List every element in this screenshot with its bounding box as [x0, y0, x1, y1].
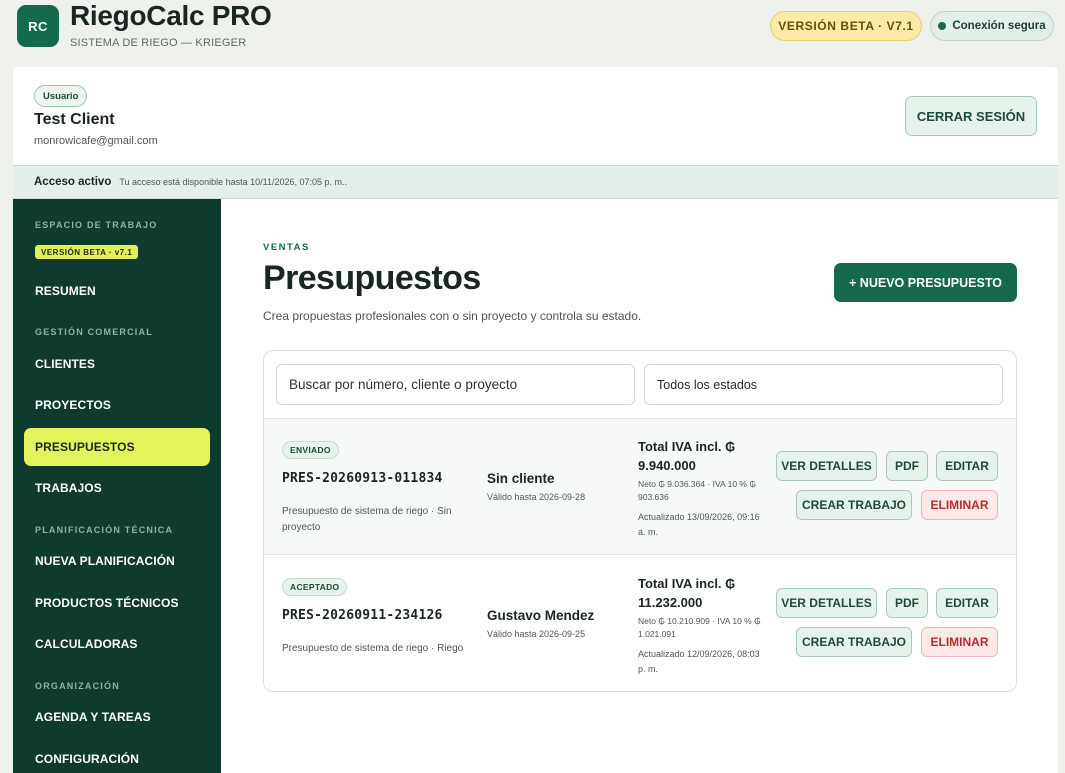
sidebar-item-projects[interactable]: PROYECTOS	[24, 386, 210, 424]
edit-button[interactable]: EDITAR	[936, 588, 998, 618]
app-title: RiegoCalc PRO	[70, 0, 272, 31]
sidebar: ESPACIO DE TRABAJO VERSIÓN BETA · v7.1 R…	[13, 199, 221, 773]
edit-button[interactable]: EDITAR	[936, 451, 998, 481]
delete-button[interactable]: ELIMINAR	[921, 490, 998, 520]
section-eyebrow: VENTAS	[263, 242, 310, 253]
status-badge: ENVIADO	[282, 441, 339, 459]
sidebar-section-organization: ORGANIZACIÓN	[35, 681, 120, 691]
app-logo: RC	[17, 5, 59, 47]
pdf-button[interactable]: PDF	[886, 451, 928, 481]
filters-bar: Todos los estados	[264, 351, 1016, 419]
app-subtitle: SISTEMA DE RIEGO — KRIEGER	[70, 37, 247, 49]
sidebar-item-jobs[interactable]: TRABAJOS	[24, 469, 210, 507]
client-name: Gustavo Mendez	[487, 608, 595, 623]
status-dot-icon	[938, 22, 947, 30]
delete-button[interactable]: ELIMINAR	[921, 627, 998, 657]
sidebar-item-quotes[interactable]: PRESUPUESTOS	[24, 428, 210, 466]
status-filter-select[interactable]: Todos los estados	[644, 364, 1003, 405]
new-quote-button[interactable]: + NUEVO PRESUPUESTO	[834, 263, 1017, 302]
access-message: Tu acceso está disponible hasta 10/11/20…	[119, 177, 348, 187]
valid-until: Válido hasta 2026-09-25	[487, 629, 586, 639]
status-badge: ACEPTADO	[282, 578, 348, 596]
pdf-button[interactable]: PDF	[886, 588, 928, 618]
view-details-button[interactable]: VER DETALLES	[776, 588, 877, 618]
sidebar-item-clients[interactable]: CLIENTES	[24, 345, 210, 383]
user-name: Test Client	[34, 111, 115, 128]
create-job-button[interactable]: CREAR TRABAJO	[796, 627, 912, 657]
secure-connection-badge: Conexión segura	[930, 11, 1054, 41]
quote-row: ACEPTADO PRES-20260911-234126 Presupuest…	[264, 556, 1016, 691]
quote-description: Presupuesto de sistema de riego · Riego	[282, 643, 464, 654]
quote-breakdown: Neto ₲ 10.210.909 · IVA 10 % ₲ 1.021.091	[638, 616, 761, 639]
sidebar-item-settings[interactable]: CONFIGURACIÓN	[24, 740, 210, 773]
logout-button[interactable]: CERRAR SESIÓN	[905, 96, 1037, 136]
sidebar-item-calculators[interactable]: CALCULADORAS	[24, 625, 210, 663]
access-title: Acceso activo	[34, 176, 112, 188]
quote-number: PRES-20260913-011834	[282, 471, 443, 486]
search-input[interactable]	[276, 364, 635, 405]
quote-updated: Actualizado 13/09/2026, 09:16 a. m.	[638, 512, 760, 537]
quote-breakdown: Neto ₲ 9.036.364 · IVA 10 % ₲ 903.636	[638, 479, 756, 502]
sidebar-beta-badge: VERSIÓN BETA · v7.1	[35, 245, 139, 259]
top-bar: RC RiegoCalc PRO SISTEMA DE RIEGO — KRIE…	[0, 0, 1065, 66]
user-card: Usuario Test Client monrowicafe@gmail.co…	[13, 67, 1058, 165]
create-job-button[interactable]: CREAR TRABAJO	[796, 490, 912, 520]
access-status-bar: Acceso activo Tu acceso está disponible …	[13, 165, 1058, 199]
quote-row: ENVIADO PRES-20260913-011834 Presupuesto…	[264, 419, 1016, 555]
valid-until: Válido hasta 2026-09-28	[487, 492, 586, 502]
quote-total: Total IVA incl. ₲ 11.232.000	[638, 576, 736, 610]
sidebar-item-agenda[interactable]: AGENDA Y TAREAS	[24, 698, 210, 736]
role-badge: Usuario	[34, 85, 88, 107]
quotes-panel: Todos los estados ENVIADO PRES-20260913-…	[263, 350, 1017, 692]
quote-updated: Actualizado 12/09/2026, 08:03 p. m.	[638, 649, 760, 674]
sidebar-item-technical-products[interactable]: PRODUCTOS TÉCNICOS	[24, 584, 210, 622]
sidebar-section-technical: PLANIFICACIÓN TÉCNICA	[35, 525, 174, 535]
quote-number: PRES-20260911-234126	[282, 608, 443, 623]
page-description: Crea propuestas profesionales con o sin …	[263, 309, 642, 323]
sidebar-section-commercial: GESTIÓN COMERCIAL	[35, 327, 153, 337]
sidebar-section-workspace: ESPACIO DE TRABAJO	[35, 220, 158, 230]
secure-connection-label: Conexión segura	[952, 20, 1046, 32]
sidebar-item-summary[interactable]: RESUMEN	[24, 272, 210, 310]
user-email: monrowicafe@gmail.com	[34, 135, 158, 147]
sidebar-item-new-planning[interactable]: NUEVA PLANIFICACIÓN	[24, 542, 210, 580]
page-title: Presupuestos	[263, 259, 481, 297]
beta-version-badge: VERSIÓN BETA · V7.1	[770, 11, 922, 41]
quote-description: Presupuesto de sistema de riego · Sin pr…	[282, 506, 452, 533]
main-content: VENTAS Presupuestos Crea propuestas prof…	[221, 199, 1058, 773]
quote-total: Total IVA incl. ₲ 9.940.000	[638, 439, 736, 473]
view-details-button[interactable]: VER DETALLES	[776, 451, 877, 481]
client-name: Sin cliente	[487, 471, 555, 486]
